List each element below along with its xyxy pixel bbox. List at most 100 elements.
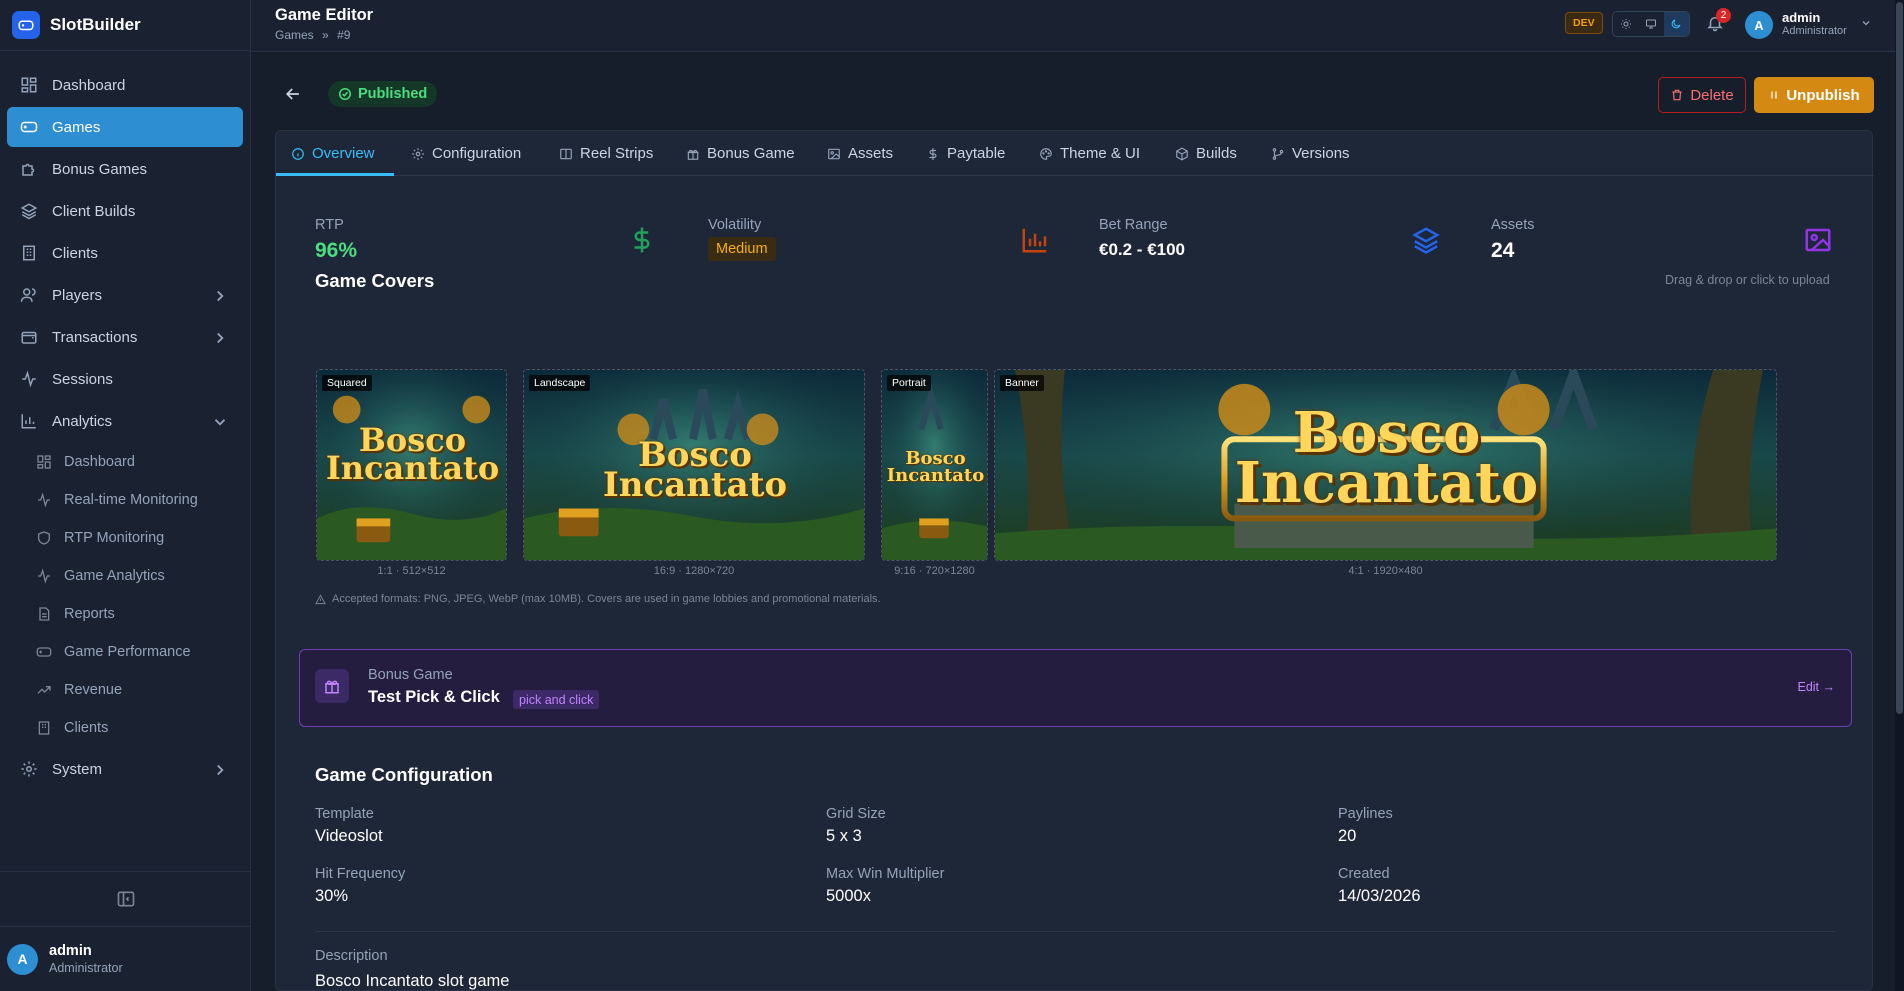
bet-range-value: €0.2 - €100 xyxy=(1099,240,1186,259)
cover-banner[interactable]: Bosco Incantato Banner xyxy=(994,369,1777,561)
package-icon xyxy=(1176,146,1188,161)
breadcrumb: Games » #9 xyxy=(275,28,350,42)
sidebar-item-transactions[interactable]: Transactions xyxy=(7,317,243,357)
brand[interactable]: SlotBuilder xyxy=(0,0,250,51)
cover-landscape[interactable]: Bosco Incantato Landscape xyxy=(523,369,865,561)
chevron-right-icon xyxy=(217,764,224,776)
sidebar-user[interactable]: A admin Administrator xyxy=(0,927,251,991)
check-circle-icon xyxy=(339,88,351,100)
theme-dark-button[interactable] xyxy=(1663,12,1689,36)
cover-tag: Portrait xyxy=(887,375,931,391)
game-logo-line: Incantato xyxy=(602,465,788,505)
sidebar-item-sessions[interactable]: Sessions xyxy=(7,359,243,399)
gear-icon xyxy=(412,147,424,160)
sidebar-item-dashboard[interactable]: Dashboard xyxy=(7,65,243,105)
layers-icon xyxy=(20,203,38,220)
breadcrumb-separator: » xyxy=(322,28,329,42)
page-scrollbar[interactable] xyxy=(1895,0,1904,991)
paylines-value: 20 xyxy=(1338,827,1357,845)
game-logo: Bosco Incantato xyxy=(524,438,864,505)
tab-assets[interactable]: Assets xyxy=(827,131,893,176)
tab-paytable[interactable]: Paytable xyxy=(926,131,1005,176)
sidebar-subitem-revenue[interactable]: Revenue xyxy=(7,671,243,709)
tab-label: Bonus Game xyxy=(707,145,795,162)
tab-label: Reel Strips xyxy=(580,145,654,162)
tab-bar: Overview Configuration Reel Strips Bonus… xyxy=(276,131,1874,176)
unpublish-button[interactable]: Unpublish xyxy=(1754,77,1874,113)
cover-squared[interactable]: Bosco Incantato Squared xyxy=(316,369,507,561)
dashboard-icon xyxy=(37,455,51,469)
sidebar-item-client-builds[interactable]: Client Builds xyxy=(7,191,243,231)
active-tab-indicator xyxy=(276,173,394,176)
tab-versions[interactable]: Versions xyxy=(1271,131,1350,176)
sidebar-item-games[interactable]: Games xyxy=(7,107,243,147)
tab-builds[interactable]: Builds xyxy=(1175,131,1237,176)
max-win-label: Max Win Multiplier xyxy=(826,866,945,882)
sidebar-item-label: Games xyxy=(52,118,101,136)
columns-icon xyxy=(560,148,572,159)
game-editor-card: Overview Configuration Reel Strips Bonus… xyxy=(275,130,1874,991)
scrollbar-thumb[interactable] xyxy=(1896,2,1903,714)
sidebar-subitem-label: Game Analytics xyxy=(64,568,165,584)
sidebar-subitem-rtp-monitoring[interactable]: RTP Monitoring xyxy=(7,519,243,557)
sidebar-subitem-game-analytics[interactable]: Game Analytics xyxy=(7,557,243,595)
sidebar-item-bonus-games[interactable]: Bonus Games xyxy=(7,149,243,189)
bar-chart-icon xyxy=(1022,228,1047,253)
monitor-icon xyxy=(1645,19,1656,29)
back-arrow-icon[interactable] xyxy=(283,84,303,104)
bonus-label: Bonus Game xyxy=(368,667,453,683)
git-branch-icon xyxy=(1272,147,1284,160)
image-icon xyxy=(1805,228,1831,252)
sidebar-subitem-label: Game Performance xyxy=(64,644,191,660)
sidebar-subitem-label: Real-time Monitoring xyxy=(64,492,198,508)
sidebar-item-analytics[interactable]: Analytics xyxy=(7,401,243,441)
sidebar-subitem-clients[interactable]: Clients xyxy=(7,709,243,747)
trash-icon xyxy=(1672,89,1682,101)
sidebar-item-label: Sessions xyxy=(52,370,113,388)
sidebar-item-clients[interactable]: Clients xyxy=(7,233,243,273)
trending-up-icon xyxy=(37,686,51,694)
dashboard-icon xyxy=(21,77,37,93)
theme-system-button[interactable] xyxy=(1638,12,1663,36)
theme-light-button[interactable] xyxy=(1613,12,1638,36)
cover-portrait[interactable]: Bosco Incantato Portrait xyxy=(881,369,988,561)
user-role: Administrator xyxy=(49,961,123,975)
user-name[interactable]: admin xyxy=(1782,10,1820,25)
delete-button[interactable]: Delete xyxy=(1658,77,1746,113)
game-logo-line: Incantato xyxy=(886,465,985,486)
game-logo: Bosco Incantato xyxy=(995,405,1776,511)
tab-bonus-game[interactable]: Bonus Game xyxy=(686,131,795,176)
sidebar-item-label: Transactions xyxy=(52,328,138,346)
bonus-edit-link[interactable]: Edit → xyxy=(1797,680,1835,694)
sidebar-collapse-button[interactable] xyxy=(0,872,251,927)
rtp-value: 96% xyxy=(315,239,358,262)
tab-reel-strips[interactable]: Reel Strips xyxy=(559,131,653,176)
tab-overview[interactable]: Overview xyxy=(291,131,375,176)
users-icon xyxy=(20,288,36,302)
sidebar-footer: A admin Administrator xyxy=(0,871,251,991)
sidebar-subitem-game-performance[interactable]: Game Performance xyxy=(7,633,243,671)
sun-icon xyxy=(1620,19,1631,29)
user-role: Administrator xyxy=(1782,25,1847,37)
tab-configuration[interactable]: Configuration xyxy=(411,131,521,176)
sidebar-item-players[interactable]: Players xyxy=(7,275,243,315)
gear-icon xyxy=(21,761,37,777)
breadcrumb-games[interactable]: Games xyxy=(275,28,314,42)
bonus-game-card: Bonus Game Test Pick & Click pick and cl… xyxy=(299,649,1852,727)
sidebar-subitem-dashboard[interactable]: Dashboard xyxy=(7,443,243,481)
tab-theme-ui[interactable]: Theme & UI xyxy=(1039,131,1140,176)
delete-label: Delete xyxy=(1690,86,1734,104)
template-value: Videoslot xyxy=(315,827,383,845)
gift-icon xyxy=(315,669,349,703)
sidebar-item-system[interactable]: System xyxy=(7,749,243,789)
config-title: Game Configuration xyxy=(315,764,493,785)
chevron-down-icon[interactable] xyxy=(1860,17,1872,29)
file-icon xyxy=(39,607,50,621)
sidebar-subitem-reports[interactable]: Reports xyxy=(7,595,243,633)
activity-icon xyxy=(22,370,36,388)
avatar[interactable]: A xyxy=(1745,11,1773,39)
sidebar-subitem-label: Clients xyxy=(64,720,109,736)
sidebar-subitem-realtime-monitoring[interactable]: Real-time Monitoring xyxy=(7,481,243,519)
grid-size-label: Grid Size xyxy=(826,806,886,822)
tab-label: Paytable xyxy=(947,145,1006,162)
